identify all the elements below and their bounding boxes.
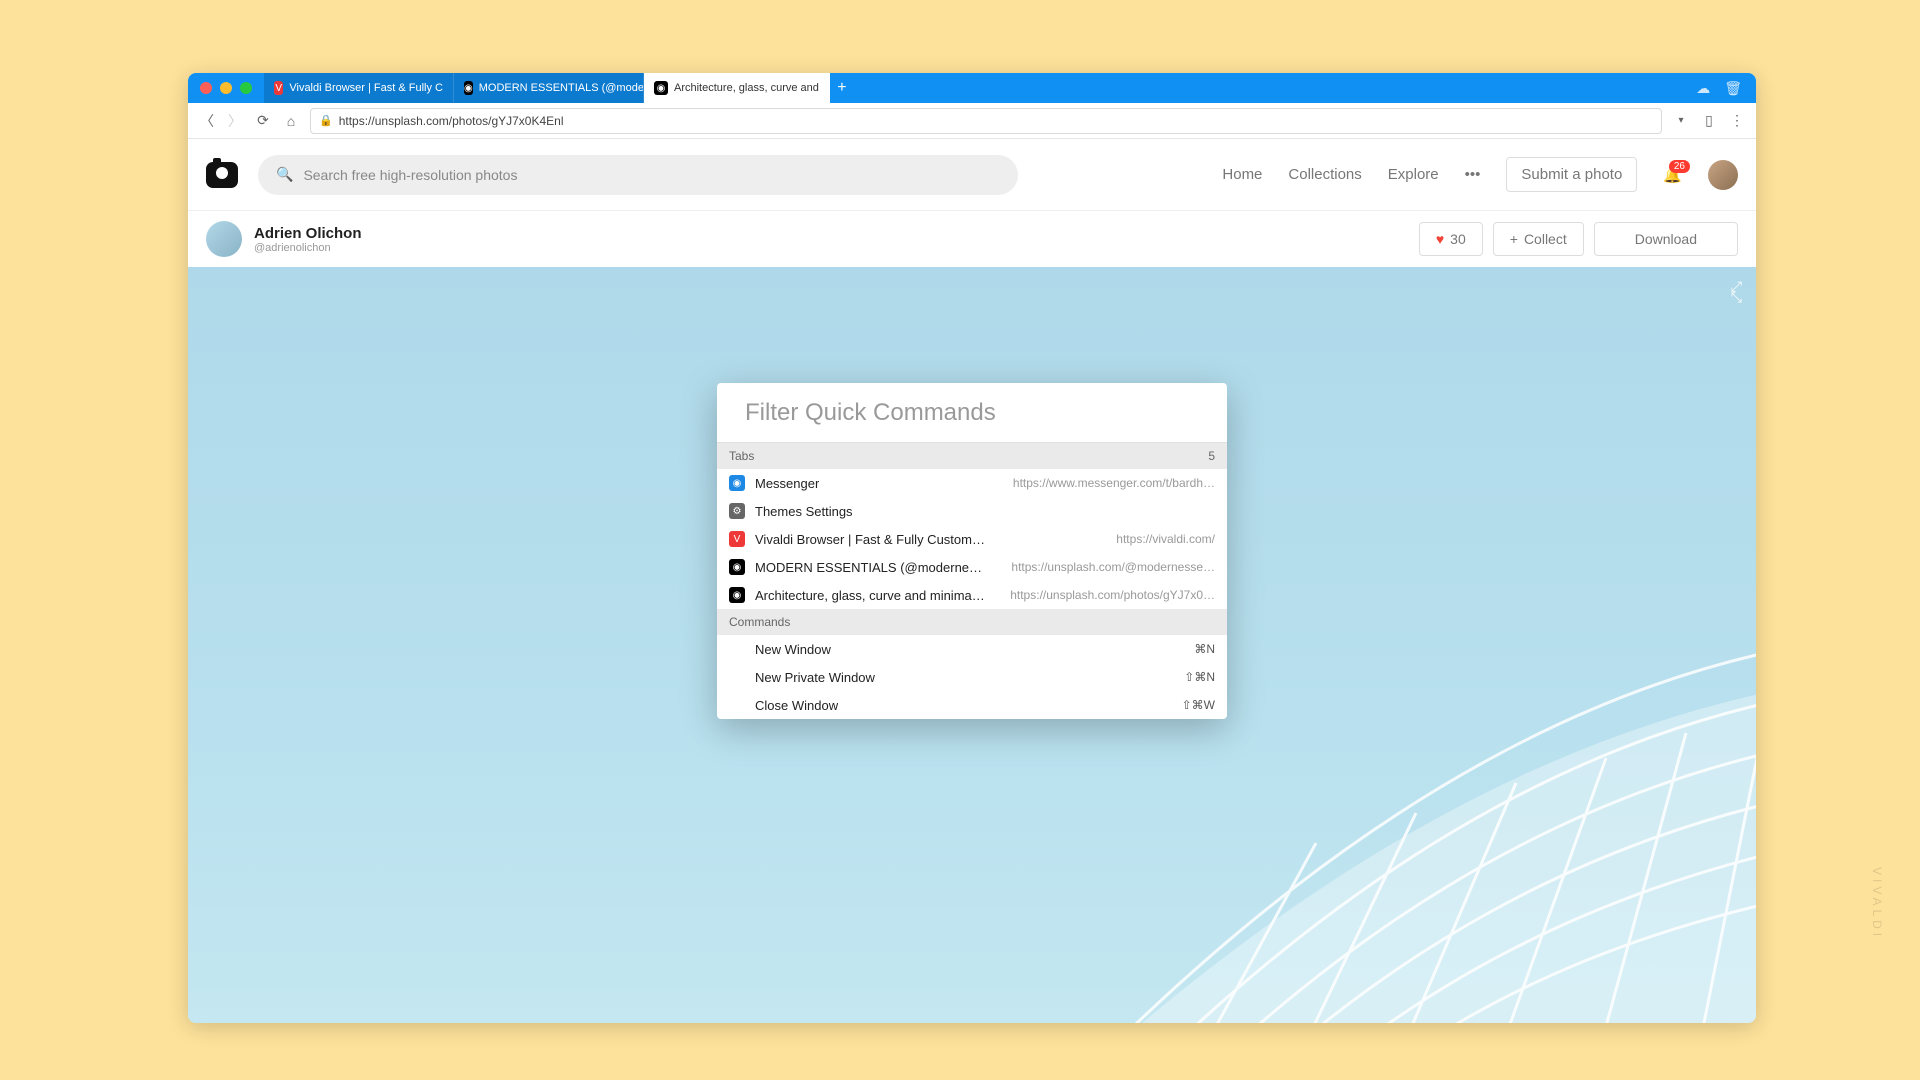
qc-command[interactable]: New Private Window⇧⌘N <box>717 663 1227 691</box>
quick-commands-input[interactable]: Filter Quick Commands <box>717 383 1227 443</box>
minimize-window-icon[interactable] <box>220 82 232 94</box>
download-button[interactable]: Download <box>1594 222 1738 256</box>
maximize-window-icon[interactable] <box>240 82 252 94</box>
like-button[interactable]: ♥30 <box>1419 222 1483 256</box>
search-input[interactable]: 🔍 Search free high-resolution photos <box>258 155 1018 195</box>
qc-item[interactable]: ◉Architecture, glass, curve and minimal … <box>717 581 1227 609</box>
more-icon[interactable]: ••• <box>1465 166 1481 183</box>
browser-window: VVivaldi Browser | Fast & Fully C◉MODERN… <box>188 73 1756 1023</box>
nav-collections[interactable]: Collections <box>1288 166 1361 183</box>
heart-icon: ♥ <box>1436 231 1444 247</box>
collect-button[interactable]: +Collect <box>1493 222 1584 256</box>
qc-item[interactable]: VVivaldi Browser | Fast & Fully Customiz… <box>717 525 1227 553</box>
author-name[interactable]: Adrien Olichon <box>254 225 362 242</box>
trash-icon[interactable]: 🗑 <box>1724 80 1742 97</box>
notifications-icon[interactable]: 🔔26 <box>1663 166 1682 184</box>
nav-links: Home Collections Explore ••• Submit a ph… <box>1222 157 1738 192</box>
logo-icon[interactable] <box>206 162 238 188</box>
nav-home[interactable]: Home <box>1222 166 1262 183</box>
site-header: 🔍 Search free high-resolution photos Hom… <box>188 139 1756 211</box>
close-window-icon[interactable] <box>200 82 212 94</box>
url-field[interactable]: 🔒 https://unsplash.com/photos/gYJ7x0K4En… <box>310 108 1662 134</box>
avatar[interactable] <box>1708 160 1738 190</box>
browser-tab[interactable]: ◉Architecture, glass, curve and <box>644 73 830 103</box>
plus-icon: + <box>1510 231 1518 247</box>
reader-icon[interactable]: ▯ <box>1700 112 1718 129</box>
search-placeholder: Search free high-resolution photos <box>303 167 517 183</box>
qc-command[interactable]: Close Window⇧⌘W <box>717 691 1227 719</box>
author-handle[interactable]: @adrienolichon <box>254 242 362 254</box>
url-text: https://unsplash.com/photos/gYJ7x0K4Enl <box>339 114 564 128</box>
tab-bar: VVivaldi Browser | Fast & Fully C◉MODERN… <box>188 73 1756 103</box>
qc-item[interactable]: ◉MODERN ESSENTIALS (@modernessenti…https… <box>717 553 1227 581</box>
lock-icon: 🔒 <box>319 114 333 127</box>
author-bar: Adrien Olichon @adrienolichon ♥30 +Colle… <box>188 211 1756 267</box>
author-avatar[interactable] <box>206 221 242 257</box>
submit-photo-button[interactable]: Submit a photo <box>1506 157 1637 192</box>
qc-commands-header: Commands <box>717 609 1227 635</box>
forward-icon[interactable]: 〉 <box>226 111 244 131</box>
qc-item[interactable]: ◉Messengerhttps://www.messenger.com/t/ba… <box>717 469 1227 497</box>
nav-explore[interactable]: Explore <box>1388 166 1439 183</box>
browser-tab[interactable]: ◉MODERN ESSENTIALS (@mode <box>454 73 644 103</box>
new-tab-button[interactable]: + <box>830 73 854 103</box>
search-icon: 🔍 <box>276 166 293 183</box>
vivaldi-watermark: VIVALDI <box>1870 867 1884 940</box>
expand-icon[interactable]: ⤢⤡ <box>1731 281 1742 303</box>
dropdown-icon[interactable]: ▾ <box>1672 115 1690 126</box>
window-controls <box>188 73 264 103</box>
qc-tabs-header: Tabs 5 <box>717 443 1227 469</box>
quick-commands-panel: Filter Quick Commands Tabs 5 ◉Messengerh… <box>717 383 1227 719</box>
qc-item[interactable]: ⚙Themes Settings <box>717 497 1227 525</box>
home-icon[interactable]: ⌂ <box>282 113 300 129</box>
browser-tab[interactable]: VVivaldi Browser | Fast & Fully C <box>264 73 454 103</box>
reload-icon[interactable]: ⟳ <box>254 112 272 129</box>
menu-icon[interactable]: ⋮ <box>1728 112 1746 129</box>
qc-command[interactable]: New Window⌘N <box>717 635 1227 663</box>
notif-badge: 26 <box>1669 160 1690 173</box>
back-icon[interactable]: 〈 <box>198 111 216 131</box>
address-bar: 〈 〉 ⟳ ⌂ 🔒 https://unsplash.com/photos/gY… <box>188 103 1756 139</box>
sync-icon[interactable]: ☁ <box>1696 80 1710 97</box>
